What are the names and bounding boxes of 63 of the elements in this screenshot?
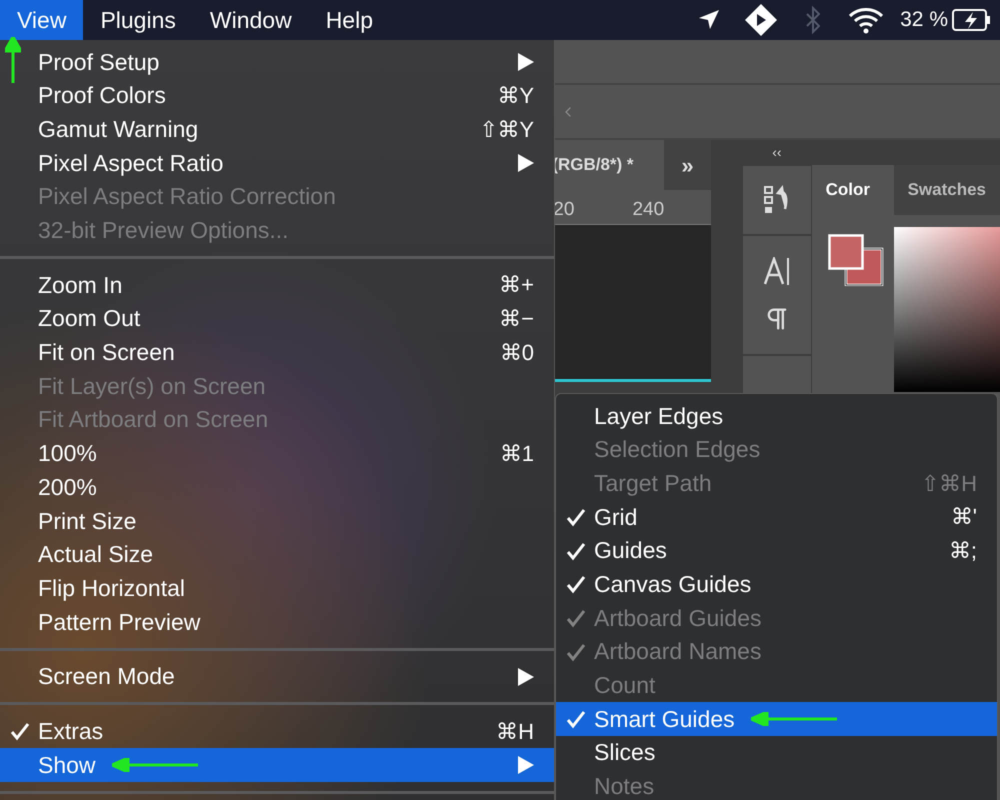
menu-item[interactable]: Canvas Guides: [556, 567, 997, 602]
location-icon: [698, 9, 720, 31]
menu-bar-item[interactable]: Help: [308, 0, 390, 40]
submenu-arrow-icon: [518, 668, 534, 686]
color-swatches-icon[interactable]: [828, 234, 884, 286]
menu-item[interactable]: Screen Mode: [0, 660, 554, 694]
menu-item[interactable]: Layer Edges: [556, 399, 997, 433]
checkmark-icon: [566, 608, 586, 628]
menu-item[interactable]: Show: [0, 748, 554, 782]
ruler-label: 240: [632, 198, 664, 222]
submenu-arrow-icon: [518, 154, 534, 172]
shortcut-label: ⌘': [950, 503, 977, 532]
menu-item[interactable]: Proof Setup: [0, 45, 554, 79]
shortcut-label: ⌘+: [499, 271, 534, 300]
checkmark-icon: [566, 574, 586, 594]
shortcut-label: ⌘−: [499, 305, 534, 334]
menu-item[interactable]: 100% ⌘1: [0, 436, 554, 470]
menu-item[interactable]: Fit on Screen ⌘0: [0, 336, 554, 370]
menu-item[interactable]: Flip Horizontal: [0, 571, 554, 605]
shortcut-label: ⌘Y: [497, 82, 534, 110]
checkmark-icon: [566, 642, 586, 662]
checkmark-icon: [566, 709, 586, 730]
menu-bar-item[interactable]: View: [0, 0, 84, 40]
menu-item[interactable]: Smart Guides: [556, 702, 997, 736]
tab-overflow-button[interactable]: »: [664, 140, 711, 190]
shortcut-label: ⇧⌘H: [921, 470, 977, 498]
shortcut-label: ⌘H: [496, 718, 534, 746]
checkmark-icon: [10, 721, 30, 742]
diamond-play-icon: [744, 3, 778, 37]
menu-item[interactable]: Zoom Out ⌘−: [0, 302, 554, 336]
menu-item[interactable]: Guides ⌘;: [556, 534, 997, 568]
menu-item[interactable]: Proof Colors ⌘Y: [0, 78, 554, 112]
menu-item[interactable]: Actual Size: [0, 538, 554, 572]
arrow-icon: [112, 758, 198, 772]
menu-item[interactable]: 200%: [0, 470, 554, 504]
collapse-button[interactable]: ‹‹: [742, 140, 812, 165]
battery-charging-icon: [952, 8, 992, 32]
character-icon: [764, 257, 790, 285]
panel-tab[interactable]: Swatches: [894, 165, 1000, 215]
bluetooth-icon: [806, 6, 820, 34]
shortcut-label: ⇧⌘Y: [479, 116, 534, 144]
submenu-arrow-icon: [518, 756, 534, 774]
menu-item[interactable]: Pattern Preview: [0, 605, 554, 639]
menu-item[interactable]: Grid ⌘': [556, 500, 997, 534]
shortcut-label: ⌘1: [500, 440, 534, 468]
shortcut-label: ⌘;: [948, 537, 977, 566]
menu-item[interactable]: Print Size: [0, 504, 554, 538]
checkmark-icon: [566, 506, 586, 527]
battery-percentage: 32 %: [900, 7, 948, 34]
wifi-icon: [848, 6, 884, 34]
color-picker-field[interactable]: [894, 227, 1000, 392]
menu-bar-item[interactable]: Plugins: [83, 0, 193, 40]
arrow-icon: [750, 712, 837, 726]
ruler-label: 20: [553, 198, 574, 222]
menu-bar-item[interactable]: Window: [192, 0, 309, 40]
panel-tab[interactable]: Color: [812, 165, 894, 215]
checkmark-icon: [566, 540, 586, 561]
submenu-arrow-icon: [518, 52, 534, 71]
menu-item[interactable]: Zoom In ⌘+: [0, 268, 554, 302]
menu-item[interactable]: Slices: [556, 736, 997, 770]
menu-item[interactable]: Extras ⌘H: [0, 714, 554, 748]
arrow-icon: [5, 37, 21, 83]
shortcut-label: ⌘0: [500, 338, 534, 367]
